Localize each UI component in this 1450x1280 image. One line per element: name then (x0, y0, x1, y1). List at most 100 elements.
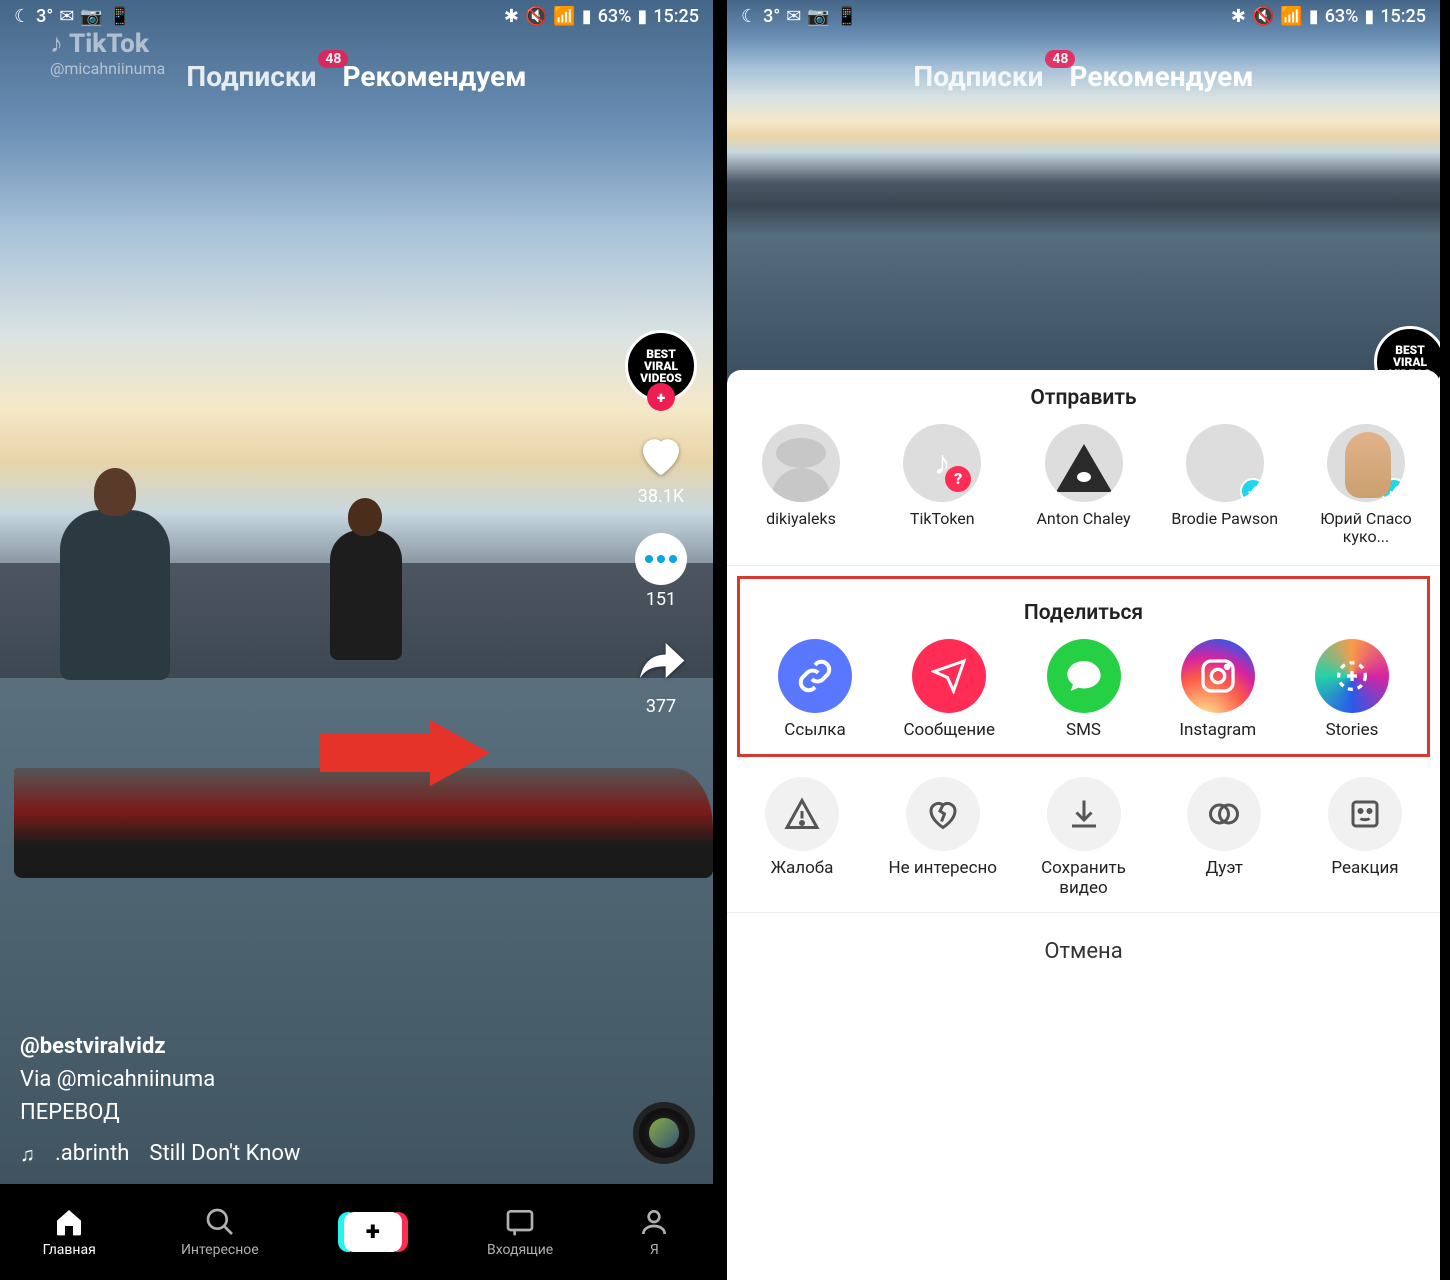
contact-avatar (1045, 424, 1123, 502)
camera-icon: 📷 (807, 6, 829, 27)
bottom-nav: Главная Интересное + Входящие Я (0, 1184, 713, 1280)
camera-icon: 📷 (80, 6, 102, 27)
top-nav: Подписки 48 Рекомендуем (727, 60, 1440, 93)
share-message[interactable]: Сообщение (894, 639, 1004, 741)
action-label: Сохранить видео (1029, 859, 1139, 898)
nav-inbox-label: Входящие (487, 1242, 553, 1258)
music-row[interactable]: ♫ .abrinth Still Don't Know (20, 1137, 300, 1170)
tiktok-note-icon: ♪ (50, 28, 63, 59)
music-title: Still Don't Know (149, 1137, 300, 1170)
mute-icon: 🔇 (525, 6, 547, 27)
action-save-video[interactable]: Сохранить видео (1029, 777, 1139, 898)
report-icon (765, 777, 839, 851)
contact-item[interactable]: ♪? TikToken (888, 424, 996, 547)
contact-name: Юрий Спасо куко... (1320, 510, 1412, 547)
share-stories[interactable]: Stories (1297, 639, 1407, 741)
phone-icon: 📱 (109, 6, 131, 27)
contact-name: Anton Chaley (1036, 510, 1130, 528)
share-instagram[interactable]: Instagram (1163, 639, 1273, 741)
author-avatar[interactable]: BEST VIRAL VIDEOS + (625, 330, 697, 402)
duet-icon (1187, 777, 1261, 851)
action-react[interactable]: Реакция (1310, 777, 1420, 898)
battery-pct: 63% (1325, 6, 1359, 27)
moon-icon: ☾ (14, 6, 30, 27)
contact-item[interactable]: dikiyaleks (747, 424, 855, 547)
clock: 15:25 (653, 6, 699, 27)
share-row: Ссылка Сообщение SMS (740, 639, 1427, 741)
avatar-text: BEST VIRAL VIDEOS (640, 348, 682, 384)
phone-icon: 📱 (836, 6, 858, 27)
music-disc[interactable] (633, 1102, 695, 1164)
share-sheet: Отправить dikiyaleks ♪? TikToken Anton C… (727, 370, 1440, 1280)
share-count: 377 (646, 696, 676, 717)
nav-create[interactable]: + (344, 1212, 402, 1252)
cancel-button[interactable]: Отмена (727, 912, 1440, 1004)
contact-name: TikToken (910, 510, 975, 528)
instagram-icon (1181, 639, 1255, 713)
tab-for-you[interactable]: Рекомендуем (1069, 60, 1253, 93)
verified-badge-icon (1381, 478, 1405, 502)
music-artist: .abrinth (55, 1137, 129, 1170)
tab-following[interactable]: Подписки 48 (186, 60, 316, 93)
temperature: 3° (36, 6, 53, 27)
tab-following[interactable]: Подписки 48 (913, 60, 1043, 93)
share-label: Сообщение (903, 721, 995, 741)
action-duet[interactable]: Дуэт (1169, 777, 1279, 898)
nav-inbox[interactable]: Входящие (487, 1206, 553, 1258)
nav-profile[interactable]: Я (638, 1206, 670, 1258)
send-icon (912, 639, 986, 713)
send-title: Отправить (727, 386, 1440, 410)
video-background[interactable] (727, 0, 1440, 380)
caption-line-2: ПЕРЕВОД (20, 1096, 300, 1129)
video-meta: @bestviralvidz Via @micahniinuma ПЕРЕВОД… (20, 1030, 300, 1170)
share-sms[interactable]: SMS (1029, 639, 1139, 741)
battery-pct: 63% (598, 6, 632, 27)
tab-following-label: Подписки (913, 60, 1043, 93)
author-username[interactable]: @bestviralvidz (20, 1030, 300, 1063)
tab-for-you[interactable]: Рекомендуем (342, 60, 526, 93)
link-icon (778, 639, 852, 713)
contact-item[interactable]: Anton Chaley (1030, 424, 1138, 547)
share-label: Stories (1326, 721, 1379, 741)
battery-icon: ▮ (1364, 6, 1374, 27)
nav-discover[interactable]: Интересное (181, 1206, 259, 1258)
contact-avatar (762, 424, 840, 502)
follow-plus-icon[interactable]: + (647, 383, 675, 411)
signal-icon: ▮ (1309, 6, 1319, 27)
tab-following-label: Подписки (186, 60, 316, 93)
message-icon: ✉ (786, 6, 801, 27)
share-link[interactable]: Ссылка (760, 639, 870, 741)
react-icon (1328, 777, 1402, 851)
action-report[interactable]: Жалоба (747, 777, 857, 898)
nav-home[interactable]: Главная (43, 1206, 96, 1258)
search-icon (204, 1206, 236, 1238)
contact-name: dikiyaleks (766, 510, 836, 528)
contacts-row[interactable]: dikiyaleks ♪? TikToken Anton Chaley Brod… (727, 424, 1440, 547)
like-button[interactable]: 38.1K (634, 428, 688, 507)
bluetooth-icon: ✱ (1231, 6, 1246, 27)
bluetooth-icon: ✱ (504, 6, 519, 27)
share-label: Ссылка (784, 721, 845, 741)
battery-icon: ▮ (637, 6, 647, 27)
share-button[interactable]: 377 (633, 636, 689, 717)
mute-icon: 🔇 (1252, 6, 1274, 27)
nav-home-label: Главная (43, 1242, 96, 1258)
share-title: Поделиться (740, 601, 1427, 625)
comment-icon (635, 533, 687, 585)
wifi-icon: 📶 (1280, 6, 1302, 27)
comment-button[interactable]: 151 (635, 533, 687, 610)
profile-icon (638, 1206, 670, 1238)
comment-count: 151 (646, 589, 676, 610)
status-bar: ☾ 3° ✉ 📷 📱 ✱ 🔇 📶 ▮ 63% ▮ 15:25 (727, 0, 1440, 32)
phone-left: ☾ 3° ✉ 📷 📱 ✱ 🔇 📶 ▮ 63% ▮ 15:25 ♪TikTok @… (0, 0, 713, 1280)
action-not-interested[interactable]: Не интересно (888, 777, 998, 898)
like-count: 38.1K (638, 486, 684, 507)
contact-avatar: ♪? (903, 424, 981, 502)
nav-discover-label: Интересное (181, 1242, 259, 1258)
contact-item[interactable]: Brodie Pawson (1171, 424, 1279, 547)
tab-for-you-label: Рекомендуем (1069, 60, 1253, 93)
contact-item[interactable]: Юрий Спасо куко... (1312, 424, 1420, 547)
share-icon (633, 636, 689, 692)
download-icon (1047, 777, 1121, 851)
home-icon (53, 1206, 85, 1238)
